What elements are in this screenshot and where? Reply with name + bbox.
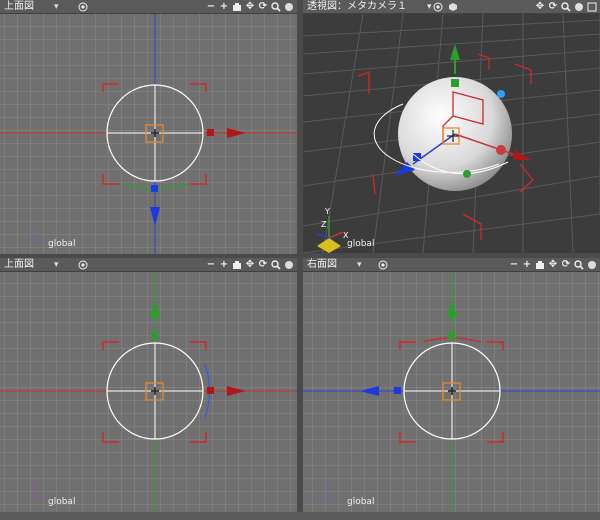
pan-button[interactable]: ✥ <box>245 2 255 12</box>
display-mode-icon[interactable] <box>378 260 388 270</box>
z-scale-handle <box>394 387 401 394</box>
search-icon[interactable] <box>271 2 281 12</box>
rotate-button[interactable]: ⟳ <box>548 2 558 12</box>
display-mode-icon[interactable] <box>433 2 443 12</box>
rotate-button[interactable]: ⟳ <box>258 260 268 270</box>
z-scale-handle <box>151 185 158 192</box>
zoom-in-button[interactable]: + <box>219 260 229 270</box>
search-icon[interactable] <box>561 2 571 12</box>
x-scale-handle <box>207 387 214 394</box>
viewport-toolbar: − + ✥ ⟳ <box>509 258 597 272</box>
coordinate-system-label[interactable]: global <box>347 239 374 249</box>
viewport-menu-chevron[interactable]: ▾ <box>427 1 432 13</box>
search-icon[interactable] <box>574 260 584 270</box>
viewport-toolbar: − + ✥ ⟳ <box>206 0 294 14</box>
x-rotate-handle <box>496 145 506 155</box>
viewport-title[interactable]: 透視図：メタカメラ１ <box>307 1 407 13</box>
sphere-icon[interactable] <box>284 260 294 270</box>
shading-icon[interactable] <box>448 2 458 12</box>
sphere-icon[interactable] <box>574 2 584 12</box>
perspective-canvas[interactable]: Y X Z <box>303 14 600 253</box>
display-mode-icon[interactable] <box>78 260 88 270</box>
viewport-menu-chevron[interactable]: ▾ <box>54 259 59 271</box>
zoom-out-button[interactable]: − <box>509 260 519 270</box>
coordinate-system-label[interactable]: global <box>48 497 75 507</box>
zoom-in-button[interactable]: + <box>219 2 229 12</box>
viewport-header: 上面図 ▾ − + ✥ ⟳ <box>0 258 297 272</box>
viewport-toolbar: − + ✥ ⟳ <box>206 258 294 272</box>
footer-ruler <box>0 512 600 520</box>
camera-icon[interactable] <box>535 260 545 270</box>
x-scale-handle <box>207 129 214 136</box>
rotate-button[interactable]: ⟳ <box>561 260 571 270</box>
rotate-handle <box>497 90 505 98</box>
search-icon[interactable] <box>271 260 281 270</box>
viewport-menu-chevron[interactable]: ▾ <box>357 259 362 271</box>
y-axis-label: Y <box>324 207 330 216</box>
camera-icon[interactable] <box>232 2 242 12</box>
display-mode-icon[interactable] <box>78 2 88 12</box>
viewport-toolbar: ✥ ⟳ <box>535 0 597 14</box>
viewport-header: 右面図 ▾ − + ✥ ⟳ <box>303 258 600 272</box>
top-view-canvas[interactable] <box>0 14 297 254</box>
viewport-menu-chevron[interactable]: ▾ <box>54 1 59 13</box>
camera-icon[interactable] <box>232 260 242 270</box>
y-scale-handle <box>448 332 455 339</box>
zoom-in-button[interactable]: + <box>522 260 532 270</box>
right-view-canvas[interactable] <box>303 272 600 512</box>
viewport-top-left[interactable]: 上面図 ▾ − + ✥ ⟳ global <box>0 0 297 254</box>
pan-button[interactable]: ✥ <box>548 260 558 270</box>
maximize-icon[interactable] <box>587 2 597 12</box>
pan-button[interactable]: ✥ <box>245 260 255 270</box>
viewport-title[interactable]: 右面図 <box>307 259 337 271</box>
sphere-icon[interactable] <box>587 260 597 270</box>
pan-button[interactable]: ✥ <box>535 2 545 12</box>
y-scale-handle <box>451 79 459 87</box>
viewport-header: 上面図 ▾ − + ✥ ⟳ <box>0 0 297 14</box>
y-rotate-handle <box>463 170 471 178</box>
viewport-title[interactable]: 上面図 <box>4 1 34 13</box>
viewport-bottom-right[interactable]: 右面図 ▾ − + ✥ ⟳ global <box>303 258 600 512</box>
z-axis-label: Z <box>321 220 327 229</box>
viewport-perspective[interactable]: 透視図：メタカメラ１ ▾ ✥ ⟳ Y X Z global <box>303 0 600 253</box>
viewport-header: 透視図：メタカメラ１ ▾ ✥ ⟳ <box>303 0 600 14</box>
coordinate-system-label[interactable]: global <box>347 497 374 507</box>
viewport-title[interactable]: 上面図 <box>4 259 34 271</box>
rotate-button[interactable]: ⟳ <box>258 2 268 12</box>
zoom-out-button[interactable]: − <box>206 260 216 270</box>
coordinate-system-label[interactable]: global <box>48 239 75 249</box>
zoom-out-button[interactable]: − <box>206 2 216 12</box>
y-scale-handle <box>151 332 158 339</box>
viewport-bottom-left[interactable]: 上面図 ▾ − + ✥ ⟳ global <box>0 258 297 512</box>
sphere-icon[interactable] <box>284 2 294 12</box>
front-view-canvas[interactable] <box>0 272 297 512</box>
